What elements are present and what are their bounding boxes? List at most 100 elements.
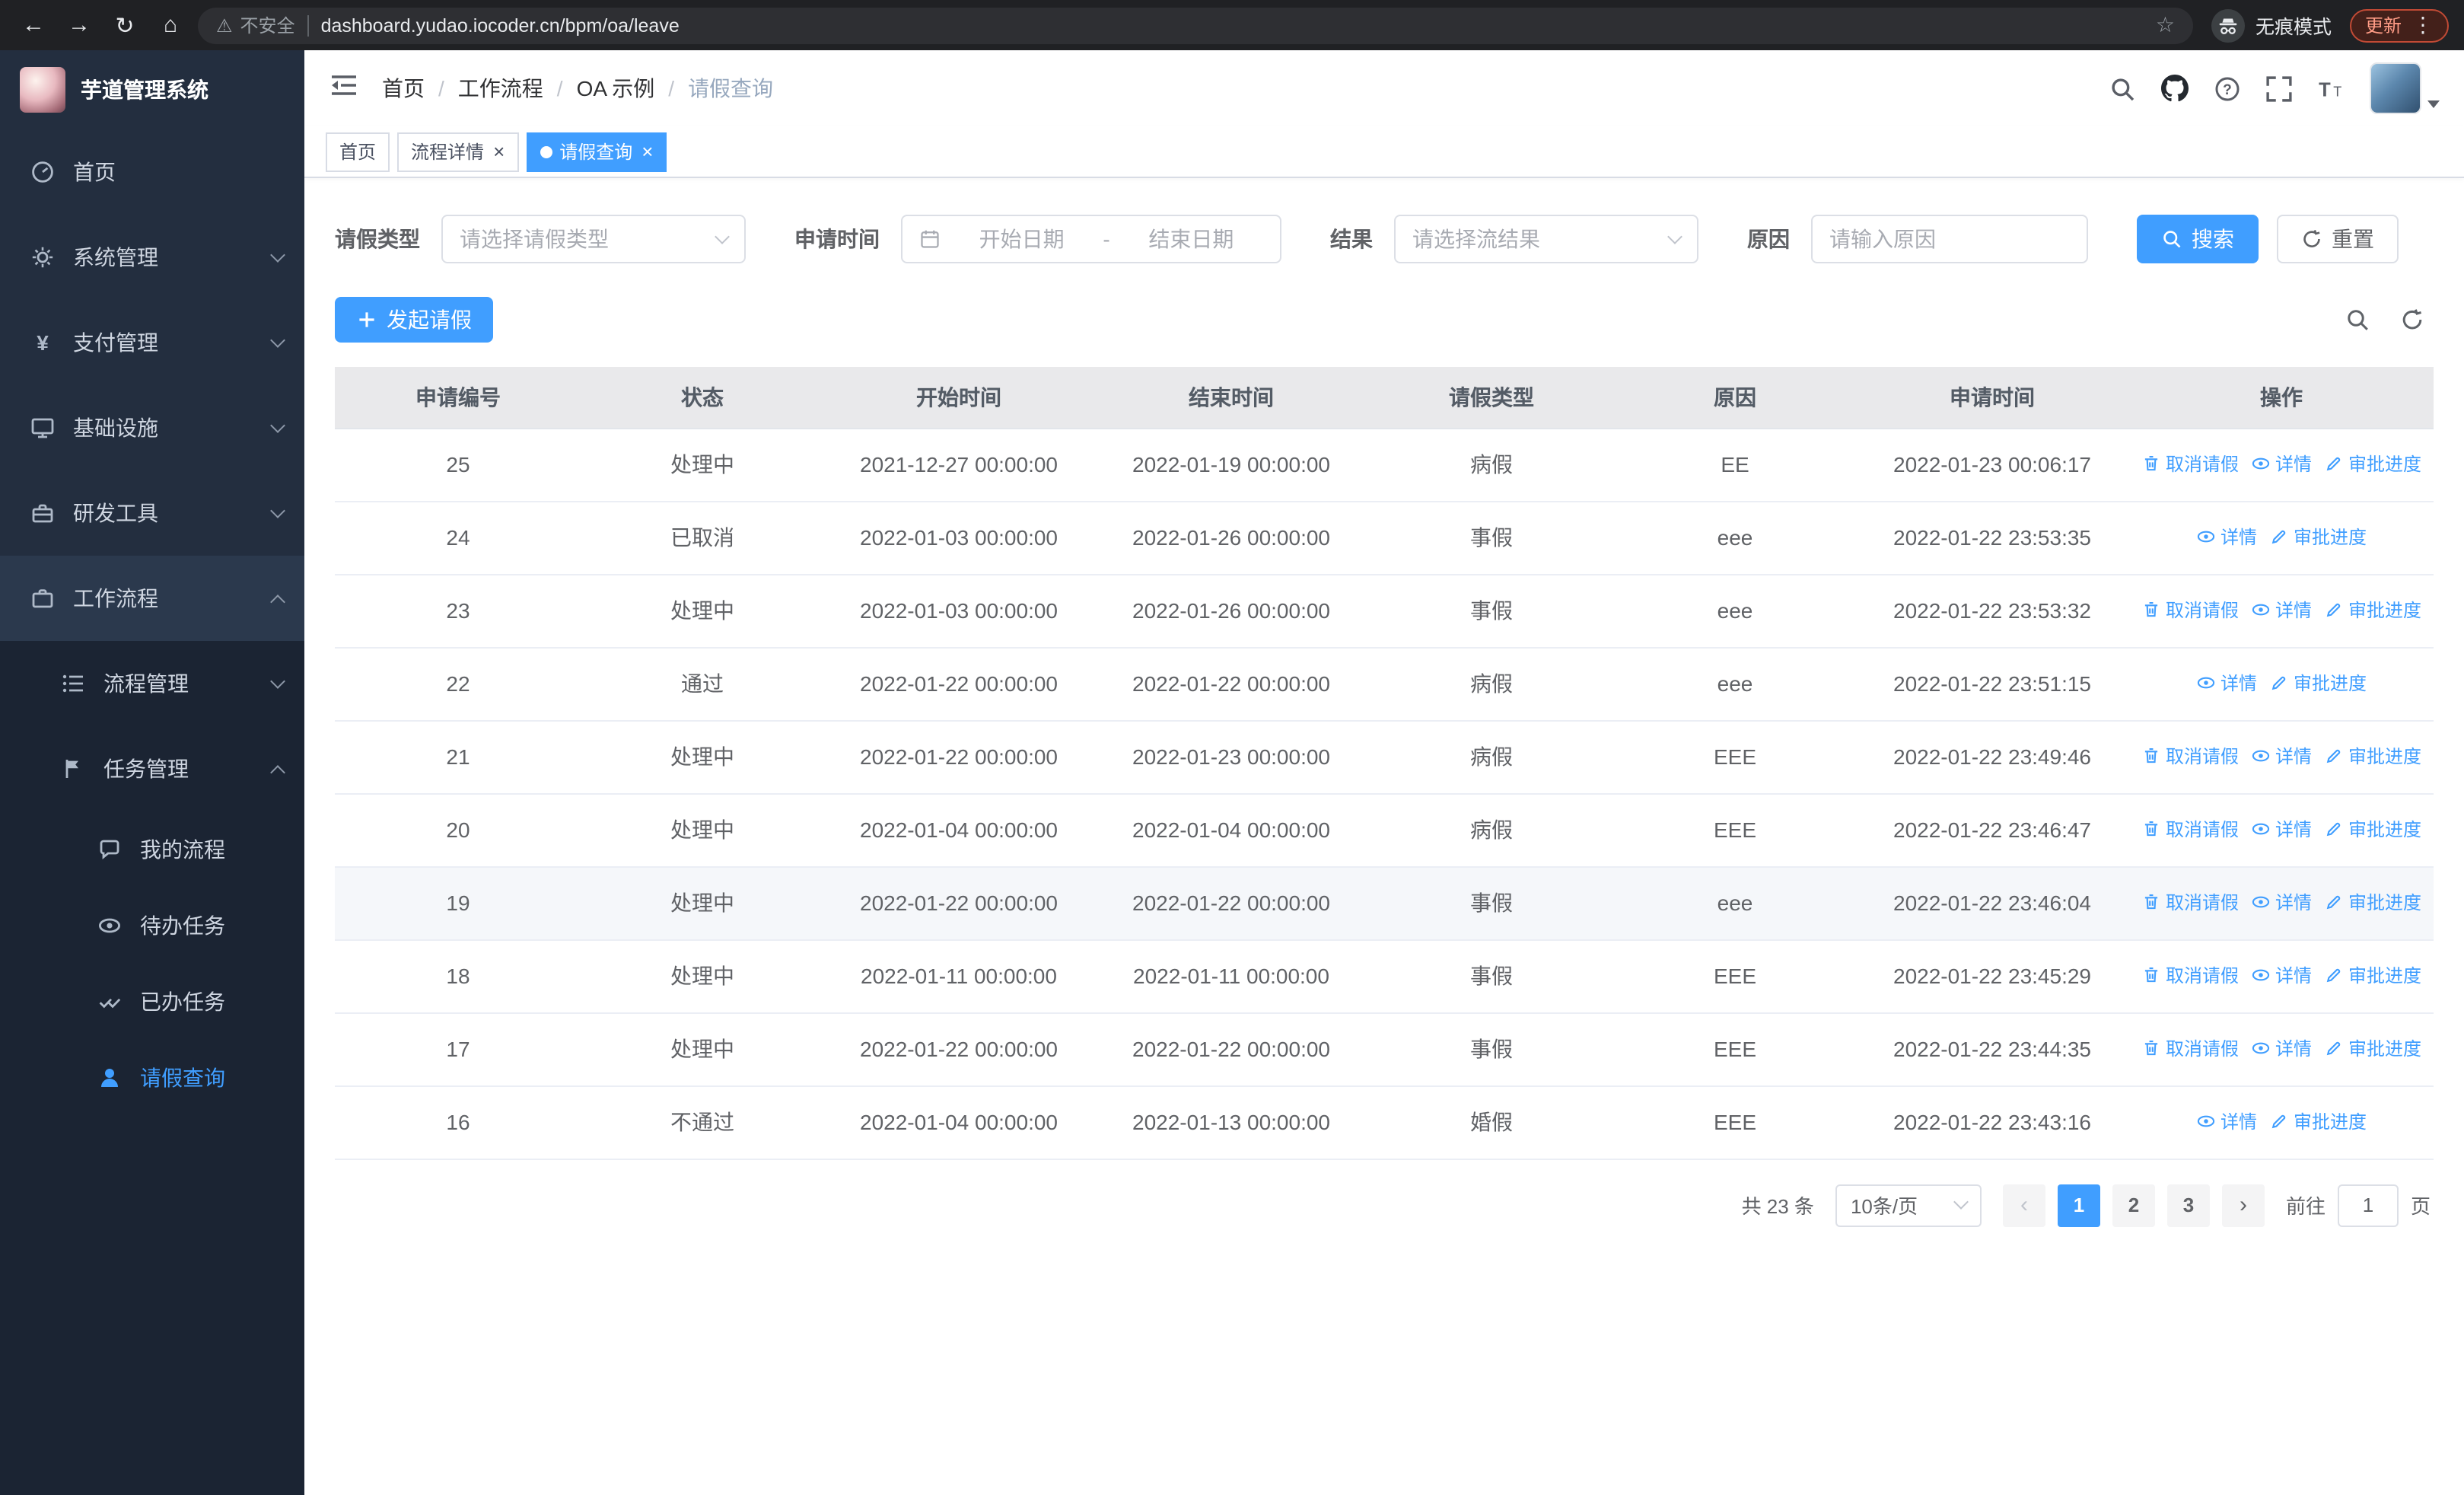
sidebar-item-system[interactable]: 系统管理 <box>0 215 304 300</box>
sidebar-item-home[interactable]: 首页 <box>0 129 304 215</box>
page-size-select[interactable]: 10条/页 <box>1835 1184 1982 1226</box>
active-tab-dot <box>540 145 552 158</box>
bookmark-star-icon[interactable]: ☆ <box>2156 12 2175 38</box>
cell-actions: 取消请假 详情 审批进度 <box>2129 428 2434 502</box>
sidebar-item-process-mgmt[interactable]: 流程管理 <box>0 641 304 726</box>
security-warning[interactable]: ⚠ 不安全 <box>216 12 295 38</box>
reset-button[interactable]: 重置 <box>2277 215 2399 263</box>
app-logo[interactable]: 芋道管理系统 <box>0 50 304 129</box>
detail-link[interactable]: 详情 <box>2251 816 2312 842</box>
breadcrumb-workflow[interactable]: 工作流程 <box>458 73 543 104</box>
refresh-icon[interactable] <box>2400 308 2424 332</box>
address-bar[interactable]: ⚠ 不安全 dashboard.yudao.iocoder.cn/bpm/oa/… <box>198 7 2193 43</box>
tab-leave-query[interactable]: 请假查询 × <box>526 132 667 171</box>
close-icon[interactable]: × <box>493 142 505 161</box>
cancel-leave-link[interactable]: 取消请假 <box>2141 962 2239 988</box>
cell-end: 2022-01-22 00:00:00 <box>1094 647 1368 721</box>
detail-link[interactable]: 详情 <box>2251 597 2312 623</box>
result-select[interactable]: 请选择流结果 <box>1394 215 1698 263</box>
table-row: 25 处理中 2021-12-27 00:00:00 2022-01-19 00:00… <box>335 428 2434 502</box>
browser-reload-icon[interactable]: ↻ <box>107 7 143 43</box>
prev-page-button[interactable]: ‹ <box>2002 1184 2045 1226</box>
cancel-leave-link[interactable]: 取消请假 <box>2141 451 2239 477</box>
font-size-icon[interactable]: TT <box>2318 75 2344 101</box>
approval-progress-link[interactable]: 审批进度 <box>2269 524 2367 550</box>
cell-applied: 2022-01-22 23:49:46 <box>1855 720 2129 794</box>
sidebar-item-label: 待办任务 <box>140 913 225 938</box>
workflow-submenu: 流程管理 任务管理 我的流程 待办任务 已办任务 请假查询 <box>0 641 304 1116</box>
breadcrumb-home[interactable]: 首页 <box>382 73 425 104</box>
date-range-separator: - <box>1103 227 1110 251</box>
page-button-3[interactable]: 3 <box>2166 1184 2210 1226</box>
search-toggle-icon[interactable] <box>2345 308 2370 332</box>
detail-link[interactable]: 详情 <box>2251 451 2312 477</box>
approval-progress-link[interactable]: 审批进度 <box>2324 816 2421 842</box>
fullscreen-icon[interactable] <box>2266 75 2292 101</box>
cell-start: 2022-01-22 00:00:00 <box>823 720 1094 794</box>
tab-process-detail[interactable]: 流程详情 × <box>397 132 519 171</box>
hamburger-icon[interactable] <box>329 73 359 104</box>
app-title: 芋道管理系统 <box>81 78 209 102</box>
cancel-leave-link[interactable]: 取消请假 <box>2141 816 2239 842</box>
cancel-leave-link[interactable]: 取消请假 <box>2141 889 2239 915</box>
browser-forward-icon[interactable]: → <box>61 7 97 43</box>
reason-input[interactable] <box>1811 215 2088 263</box>
help-icon[interactable]: ? <box>2214 75 2240 101</box>
detail-link[interactable]: 详情 <box>2251 743 2312 769</box>
detail-link[interactable]: 详情 <box>2251 889 2312 915</box>
sidebar-item-infra[interactable]: 基础设施 <box>0 385 304 470</box>
approval-progress-link[interactable]: 审批进度 <box>2269 670 2367 696</box>
detail-link[interactable]: 详情 <box>2196 524 2257 550</box>
approval-progress-link[interactable]: 审批进度 <box>2324 889 2421 915</box>
url-text[interactable]: dashboard.yudao.iocoder.cn/bpm/oa/leave <box>321 14 2144 36</box>
cell-reason: eee <box>1615 647 1855 721</box>
cell-actions: 取消请假 详情 审批进度 <box>2129 793 2434 867</box>
breadcrumb-oa-demo[interactable]: OA 示例 <box>577 73 655 104</box>
cancel-leave-link[interactable]: 取消请假 <box>2141 597 2239 623</box>
search-button[interactable]: 搜索 <box>2137 215 2259 263</box>
approval-progress-link[interactable]: 审批进度 <box>2324 451 2421 477</box>
tab-home[interactable]: 首页 <box>326 132 390 171</box>
cell-reason: eee <box>1615 574 1855 648</box>
approval-progress-link[interactable]: 审批进度 <box>2269 1108 2367 1134</box>
cell-reason: eee <box>1615 866 1855 940</box>
browser-update-button[interactable]: 更新 ⋮ <box>2349 8 2449 42</box>
cancel-leave-link[interactable]: 取消请假 <box>2141 743 2239 769</box>
cell-start: 2022-01-04 00:00:00 <box>823 793 1094 867</box>
sidebar-item-devtools[interactable]: 研发工具 <box>0 470 304 556</box>
sidebar-item-leave-query[interactable]: 请假查询 <box>0 1040 304 1116</box>
user-icon <box>97 1066 122 1090</box>
create-leave-button[interactable]: 发起请假 <box>335 297 493 343</box>
search-icon[interactable] <box>2109 75 2135 101</box>
sidebar-item-workflow[interactable]: 工作流程 <box>0 556 304 641</box>
filter-label: 原因 <box>1747 227 1790 251</box>
browser-menu-icon[interactable]: ⋮ <box>2412 12 2434 38</box>
page-button-1[interactable]: 1 <box>2057 1184 2100 1226</box>
goto-page-input[interactable] <box>2337 1184 2399 1226</box>
sidebar-item-task-mgmt[interactable]: 任务管理 <box>0 726 304 811</box>
page-button-2[interactable]: 2 <box>2112 1184 2155 1226</box>
sidebar-item-payment[interactable]: ¥ 支付管理 <box>0 300 304 385</box>
leave-type-select[interactable]: 请选择请假类型 <box>441 215 746 263</box>
browser-back-icon[interactable]: ← <box>15 7 52 43</box>
sidebar-item-todo-tasks[interactable]: 待办任务 <box>0 888 304 964</box>
sidebar-item-my-processes[interactable]: 我的流程 <box>0 811 304 888</box>
cancel-leave-link[interactable]: 取消请假 <box>2141 1035 2239 1061</box>
date-range-picker[interactable]: 开始日期 - 结束日期 <box>901 215 1281 263</box>
next-page-button[interactable]: › <box>2221 1184 2265 1226</box>
detail-link[interactable]: 详情 <box>2251 1035 2312 1061</box>
detail-link[interactable]: 详情 <box>2196 670 2257 696</box>
close-icon[interactable]: × <box>641 142 653 161</box>
detail-link[interactable]: 详情 <box>2251 962 2312 988</box>
github-icon[interactable] <box>2161 75 2189 102</box>
browser-home-icon[interactable]: ⌂ <box>152 7 189 43</box>
approval-progress-link[interactable]: 审批进度 <box>2324 743 2421 769</box>
breadcrumb-separator: / <box>668 76 675 100</box>
approval-progress-link[interactable]: 审批进度 <box>2324 962 2421 988</box>
sidebar-item-done-tasks[interactable]: 已办任务 <box>0 964 304 1040</box>
approval-progress-link[interactable]: 审批进度 <box>2324 1035 2421 1061</box>
user-menu[interactable] <box>2370 62 2440 114</box>
detail-link[interactable]: 详情 <box>2196 1108 2257 1134</box>
double-check-icon <box>97 990 122 1014</box>
approval-progress-link[interactable]: 审批进度 <box>2324 597 2421 623</box>
